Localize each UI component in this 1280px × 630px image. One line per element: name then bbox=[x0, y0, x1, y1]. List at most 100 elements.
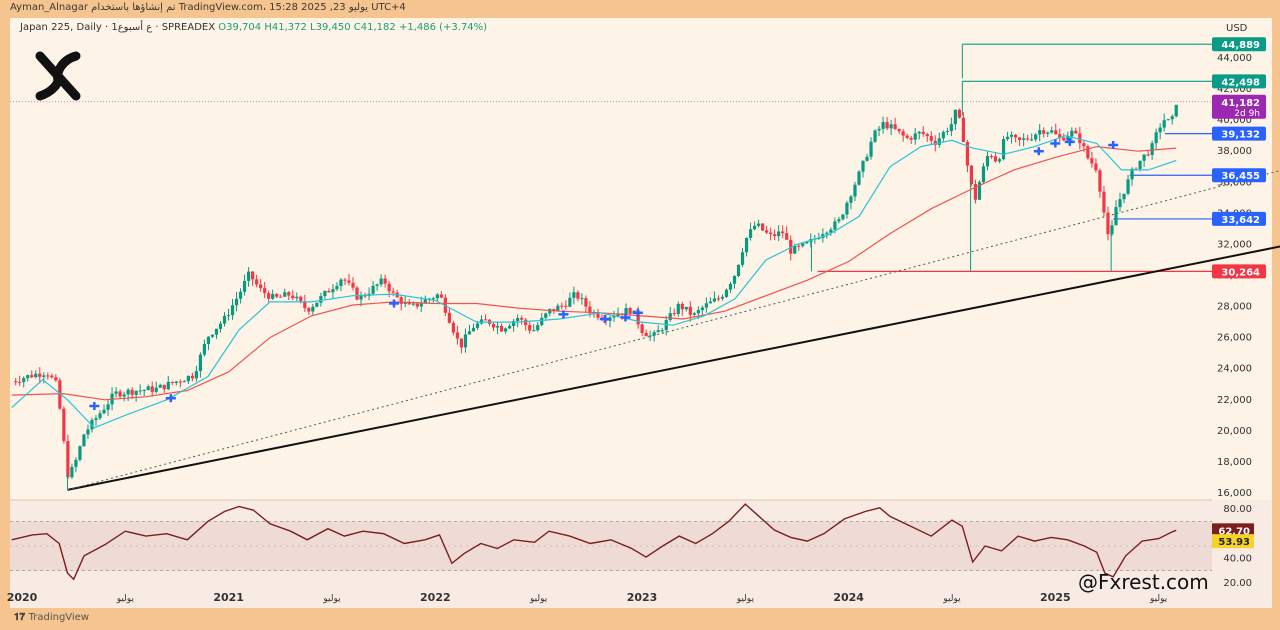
candle-body bbox=[676, 303, 680, 315]
candle bbox=[989, 154, 994, 159]
candle bbox=[724, 288, 729, 298]
candle-body bbox=[102, 409, 106, 414]
candle-body bbox=[748, 229, 753, 238]
candle-body bbox=[921, 131, 925, 134]
candle bbox=[174, 381, 178, 386]
candle bbox=[837, 216, 841, 224]
time-axis-label: يوليو bbox=[322, 594, 341, 604]
candle bbox=[178, 379, 182, 388]
candle bbox=[311, 303, 315, 316]
candle-body bbox=[154, 387, 158, 392]
candle-body bbox=[1166, 119, 1170, 121]
candle-body bbox=[206, 336, 211, 345]
candle-body bbox=[1082, 143, 1086, 147]
candle bbox=[198, 352, 203, 378]
candle bbox=[122, 391, 126, 402]
candle-body bbox=[18, 381, 22, 383]
candle bbox=[479, 315, 484, 325]
candle-body bbox=[62, 408, 66, 442]
candle-body bbox=[1074, 130, 1078, 134]
candle-body bbox=[881, 122, 885, 129]
candle-body bbox=[162, 384, 166, 390]
candle-body bbox=[877, 128, 881, 131]
candle-body bbox=[957, 109, 961, 118]
candle-body bbox=[279, 296, 283, 298]
candle bbox=[158, 383, 162, 388]
price-axis-label: 38,000 bbox=[1217, 146, 1252, 157]
rsi-axis-label: 80.00 bbox=[1223, 504, 1252, 515]
candle bbox=[857, 170, 861, 186]
candle bbox=[1094, 158, 1098, 173]
candle bbox=[491, 322, 496, 331]
level-value: 44,889 bbox=[1221, 40, 1260, 51]
candle-body bbox=[865, 156, 869, 161]
candle-body bbox=[451, 322, 455, 333]
candle-body bbox=[66, 441, 70, 478]
candle bbox=[1098, 168, 1102, 198]
candle bbox=[1118, 192, 1122, 212]
candle-body bbox=[295, 296, 299, 299]
candle bbox=[893, 117, 897, 131]
candle bbox=[70, 463, 74, 479]
candle bbox=[1126, 174, 1130, 196]
candle bbox=[756, 219, 761, 228]
candle-body bbox=[969, 165, 974, 185]
time-axis-label: 2023 bbox=[627, 591, 658, 604]
candle bbox=[769, 227, 773, 241]
candle-body bbox=[660, 330, 664, 332]
candle bbox=[584, 295, 588, 313]
candle-body bbox=[198, 354, 203, 372]
candle bbox=[556, 303, 560, 312]
price-chart[interactable]: 16,000 18,000 20,000 22,000 24,000 26,000 28,0… bbox=[0, 0, 1280, 630]
candle bbox=[512, 318, 516, 332]
candle-body bbox=[495, 325, 500, 328]
candle bbox=[1142, 154, 1146, 167]
candle bbox=[1050, 126, 1054, 134]
candle bbox=[644, 329, 648, 337]
candle bbox=[102, 404, 106, 415]
candle-body bbox=[773, 234, 777, 237]
candle-body bbox=[319, 296, 323, 303]
price-axis-label: 44,000 bbox=[1217, 53, 1252, 64]
candle-body bbox=[640, 324, 644, 333]
candle-body bbox=[925, 133, 929, 137]
candle bbox=[154, 381, 158, 394]
candle-body bbox=[359, 295, 363, 300]
candle bbox=[166, 375, 170, 391]
candle-body bbox=[218, 323, 223, 329]
candle bbox=[114, 387, 118, 398]
level-value: 42,498 bbox=[1221, 77, 1260, 88]
candle-body bbox=[1090, 158, 1094, 164]
candle bbox=[913, 128, 917, 145]
candle-body bbox=[146, 386, 150, 391]
candle-body bbox=[1118, 199, 1122, 208]
candle-body bbox=[431, 298, 435, 300]
candle-body bbox=[339, 279, 343, 286]
candle-body bbox=[945, 131, 949, 133]
candle-body bbox=[74, 459, 78, 467]
candle-body bbox=[118, 391, 122, 397]
candle bbox=[375, 283, 379, 291]
candle-body bbox=[897, 128, 901, 132]
candle-body bbox=[375, 284, 379, 286]
candle-body bbox=[949, 124, 953, 132]
candle-body bbox=[761, 223, 765, 231]
candle bbox=[773, 229, 777, 241]
candle bbox=[572, 286, 576, 305]
candle-body bbox=[275, 294, 279, 297]
candle bbox=[508, 323, 512, 330]
candle bbox=[447, 308, 451, 324]
candle-body bbox=[1138, 160, 1142, 169]
candle-body bbox=[415, 303, 419, 307]
candle-body bbox=[54, 377, 58, 381]
candle-body bbox=[94, 418, 98, 420]
candle bbox=[821, 228, 825, 243]
candle-body bbox=[98, 413, 102, 419]
candle bbox=[379, 274, 383, 287]
candle bbox=[877, 125, 881, 137]
candle-body bbox=[419, 303, 423, 307]
candle bbox=[1158, 123, 1162, 140]
candle-body bbox=[700, 307, 704, 311]
candle-body bbox=[230, 305, 235, 316]
candle bbox=[267, 290, 271, 303]
